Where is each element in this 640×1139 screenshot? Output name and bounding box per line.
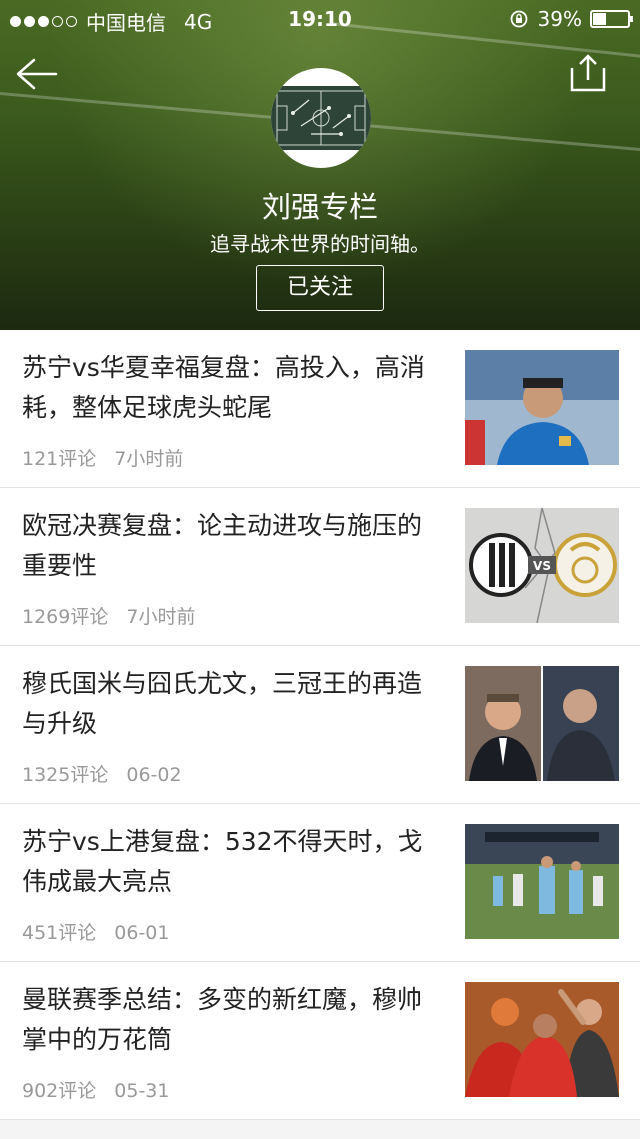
article-item[interactable]: 穆氏国米与囧氏尤文，三冠王的再造与升级 1325评论 06-02 [0, 646, 640, 804]
article-item[interactable]: 欧冠决赛复盘：论主动进攻与施压的重要性 1269评论 7小时前 VS [0, 488, 640, 646]
publish-time: 7小时前 [126, 606, 196, 628]
arrow-left-icon[interactable] [14, 54, 60, 94]
article-thumbnail: VS [465, 508, 619, 623]
article-list: 苏宁vs华夏幸福复盘：高投入，高消耗，整体足球虎头蛇尾 121评论 7小时前 欧冠… [0, 330, 640, 1120]
article-meta: 902评论 05-31 [22, 1076, 169, 1103]
tactics-board-icon [271, 86, 371, 150]
article-meta: 451评论 06-01 [22, 918, 169, 945]
article-meta: 121评论 7小时前 [22, 444, 183, 471]
article-title: 苏宁vs华夏幸福复盘：高投入，高消耗，整体足球虎头蛇尾 [22, 353, 425, 422]
status-bar: 中国电信 4G 19:10 39% [0, 0, 640, 40]
comment-count: 1269评论 [22, 606, 109, 628]
svg-text:VS: VS [533, 559, 551, 573]
column-title: 刘强专栏 [261, 190, 378, 224]
column-header: 中国电信 4G 19:10 39% 刘强专栏 追寻战术世界的时间轴。 已关注 [0, 0, 640, 330]
article-thumbnail [465, 666, 619, 781]
article-item[interactable]: 曼联赛季总结：多变的新红魔，穆帅掌中的万花筒 902评论 05-31 [0, 962, 640, 1120]
comment-count: 902评论 [22, 1080, 97, 1102]
article-title: 曼联赛季总结：多变的新红魔，穆帅掌中的万花筒 [22, 985, 423, 1054]
article-thumbnail [465, 824, 619, 939]
article-title: 穆氏国米与囧氏尤文，三冠王的再造与升级 [22, 669, 423, 738]
publish-time: 7小时前 [114, 448, 184, 470]
comment-count: 451评论 [22, 922, 97, 944]
article-item[interactable]: 苏宁vs上港复盘：532不得天时，戈伟成最大亮点 451评论 06-01 [0, 804, 640, 962]
publish-time: 05-31 [114, 1080, 170, 1102]
battery-fill [593, 13, 606, 25]
article-thumbnail [465, 982, 619, 1097]
column-avatar [271, 68, 371, 168]
article-title: 欧冠决赛复盘：论主动进攻与施压的重要性 [22, 511, 423, 580]
article-thumbnail [465, 350, 619, 465]
column-subtitle: 追寻战术世界的时间轴。 [210, 232, 430, 256]
article-meta: 1325评论 06-02 [22, 760, 182, 787]
article-meta: 1269评论 7小时前 [22, 602, 195, 629]
publish-time: 06-01 [114, 922, 170, 944]
publish-time: 06-02 [126, 764, 182, 786]
battery-icon [590, 10, 633, 28]
battery-percent: 39% [537, 7, 582, 31]
comment-count: 121评论 [22, 448, 97, 470]
article-item[interactable]: 苏宁vs华夏幸福复盘：高投入，高消耗，整体足球虎头蛇尾 121评论 7小时前 [0, 330, 640, 488]
comment-count: 1325评论 [22, 764, 109, 786]
rotation-lock-icon [510, 10, 527, 28]
follow-button[interactable]: 已关注 [256, 265, 384, 311]
article-title: 苏宁vs上港复盘：532不得天时，戈伟成最大亮点 [22, 827, 423, 896]
share-icon[interactable] [566, 52, 610, 94]
